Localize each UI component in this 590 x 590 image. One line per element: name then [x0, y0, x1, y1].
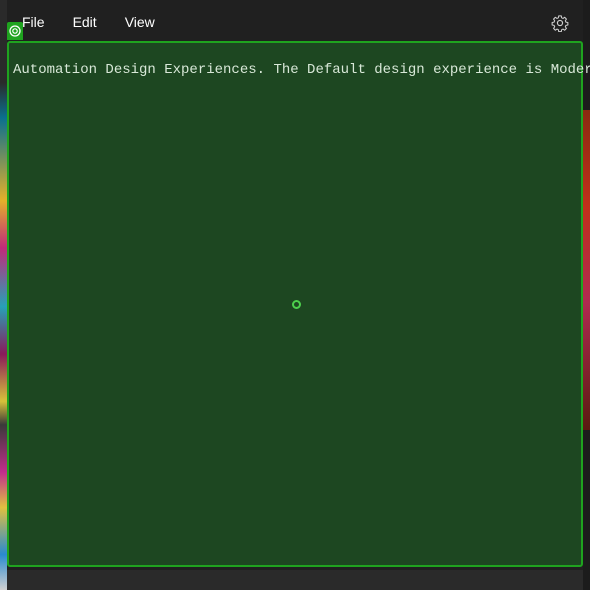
gear-icon	[551, 15, 569, 33]
menu-bar: File Edit View	[7, 0, 583, 44]
menu-view[interactable]: View	[111, 0, 169, 44]
focus-center-indicator	[292, 300, 301, 309]
desktop-background-left	[0, 0, 7, 590]
focus-highlight-panel[interactable]: Automation Design Experiences. The Defau…	[7, 41, 590, 567]
settings-button[interactable]	[551, 14, 569, 33]
app-window: File Edit View Automation Design Experie…	[7, 0, 590, 590]
bottom-bar	[7, 570, 583, 590]
target-icon	[9, 25, 21, 37]
desktop-background-right	[583, 110, 590, 430]
panel-description: Automation Design Experiences. The Defau…	[13, 62, 590, 78]
target-badge	[7, 22, 23, 40]
menu-edit[interactable]: Edit	[59, 0, 111, 44]
